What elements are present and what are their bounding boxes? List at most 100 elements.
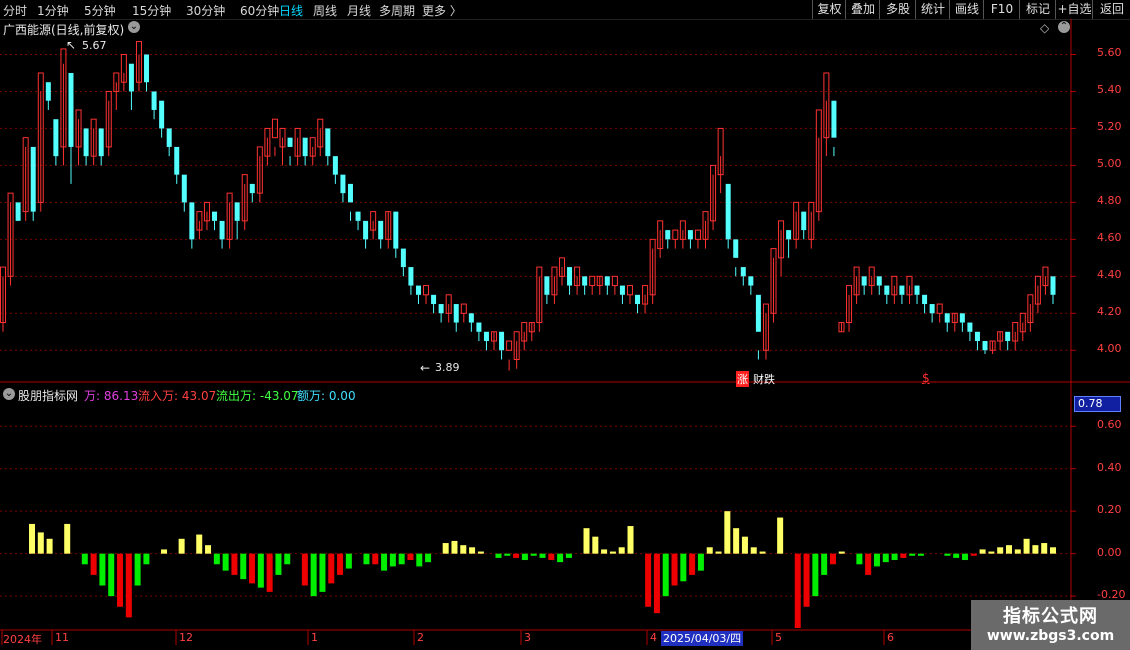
candle <box>302 137 308 166</box>
indicator-name: 股朋指标网 <box>18 389 79 403</box>
indicator-bar <box>143 553 150 565</box>
candle <box>7 192 14 286</box>
timeframe-tab[interactable]: 周线 <box>313 2 337 19</box>
candle-body <box>1050 276 1056 295</box>
indicator-bar <box>284 553 291 565</box>
toolbar-button[interactable]: 标记 <box>1019 0 1056 19</box>
timeframe-tab[interactable]: 1分钟 <box>37 2 69 19</box>
candle-body <box>234 202 240 221</box>
chevron-down-icon[interactable]: ⌄ <box>128 21 140 33</box>
candle <box>906 275 913 305</box>
candle-body <box>189 202 195 240</box>
toolbar-button[interactable]: 统计 <box>915 0 950 19</box>
candle <box>582 276 588 295</box>
candle <box>626 285 633 305</box>
toolbar-button[interactable]: 复权 <box>812 0 846 19</box>
candle <box>1005 331 1011 351</box>
candle <box>786 230 792 258</box>
timeframe-tab[interactable]: 30分钟 <box>186 2 225 19</box>
candle-body <box>423 285 430 296</box>
candle-body <box>672 229 679 240</box>
indicator-bar <box>715 551 722 554</box>
caidie-marker[interactable]: 财跌 <box>753 371 775 387</box>
chevron-down-icon[interactable]: ⌄ <box>3 388 15 400</box>
candle-body <box>378 220 384 240</box>
candle <box>801 211 807 240</box>
timeframe-tab[interactable]: 分时 <box>3 2 27 19</box>
candle-body <box>483 331 489 342</box>
candle-body <box>748 276 754 286</box>
toolbar-button[interactable]: 多股 <box>879 0 916 19</box>
candle <box>899 285 905 305</box>
candle <box>528 322 535 342</box>
indicator-bar <box>205 545 212 554</box>
candle-body <box>544 276 550 295</box>
candle <box>415 285 421 305</box>
indicator-bar <box>521 553 528 561</box>
candle <box>831 100 837 157</box>
candle-body <box>83 128 89 157</box>
timeframe-tab[interactable]: 月线 <box>347 2 371 19</box>
diamond-icon[interactable]: ◇ <box>1040 21 1049 35</box>
timeframe-tab[interactable]: 15分钟 <box>132 2 171 19</box>
candle <box>128 63 134 110</box>
candle <box>75 109 82 166</box>
timeframe-tab[interactable]: 60分钟 <box>240 2 279 19</box>
timeframe-tab[interactable]: 日线 <box>279 2 303 19</box>
candle-body <box>355 211 361 221</box>
candle <box>340 174 346 203</box>
timeframe-tab[interactable]: 5分钟 <box>84 2 116 19</box>
indicator-bar <box>504 553 511 556</box>
zhang-marker[interactable]: 涨 <box>736 371 749 387</box>
candle <box>604 276 610 295</box>
indicator-bar <box>970 553 977 556</box>
timeframe-tab[interactable]: 多周期 <box>379 2 415 19</box>
candle <box>649 238 656 305</box>
candle <box>196 211 203 240</box>
candle <box>1019 312 1026 342</box>
candle-body <box>922 294 928 305</box>
candle <box>740 267 746 286</box>
indicator-bar <box>108 553 115 597</box>
candle <box>476 322 482 342</box>
indicator-bar <box>1023 538 1030 554</box>
candle <box>400 248 406 277</box>
candle-body <box>635 294 641 305</box>
timeframe-tab[interactable]: 更多 〉 <box>422 2 462 19</box>
toolbar-button[interactable]: F10 <box>983 0 1020 19</box>
candle-body <box>174 146 180 175</box>
candle <box>1042 266 1049 295</box>
candle-body <box>861 276 867 286</box>
candle <box>438 304 444 323</box>
price-tick-label: 5.40 <box>1097 83 1122 97</box>
toolbar-button[interactable]: 叠加 <box>845 0 880 19</box>
amount-value: 额万: 0.00 <box>297 389 356 403</box>
candle <box>113 72 120 110</box>
chart-canvas[interactable] <box>0 19 1130 650</box>
candle <box>1050 276 1056 305</box>
candle <box>68 72 74 184</box>
candle-body <box>302 137 308 157</box>
toolbar-button[interactable]: +自选 <box>1055 0 1093 19</box>
candle-body <box>68 72 74 147</box>
indicator-bar <box>988 551 995 554</box>
indicator-bar <box>407 553 414 561</box>
candle <box>558 257 565 286</box>
candle-body <box>219 220 225 240</box>
dollar-marker[interactable]: $ <box>922 371 930 385</box>
candle <box>181 174 187 212</box>
candle <box>98 128 104 166</box>
candle-body <box>899 285 905 295</box>
toolbar-button[interactable]: 画线 <box>949 0 984 19</box>
indicator-bar <box>891 553 898 561</box>
indicator-tick-label: 0.20 <box>1097 503 1122 517</box>
toolbar-button[interactable]: 返回 <box>1092 0 1130 19</box>
candle-body <box>959 313 965 323</box>
indicator-bar <box>469 547 476 554</box>
candle-body <box>340 174 346 194</box>
candle <box>838 322 845 333</box>
chevron-up-icon[interactable]: ⌃ <box>1058 21 1070 33</box>
indicator-bar <box>733 528 740 554</box>
indicator-bar <box>706 547 713 554</box>
indicator-bar <box>416 553 423 567</box>
